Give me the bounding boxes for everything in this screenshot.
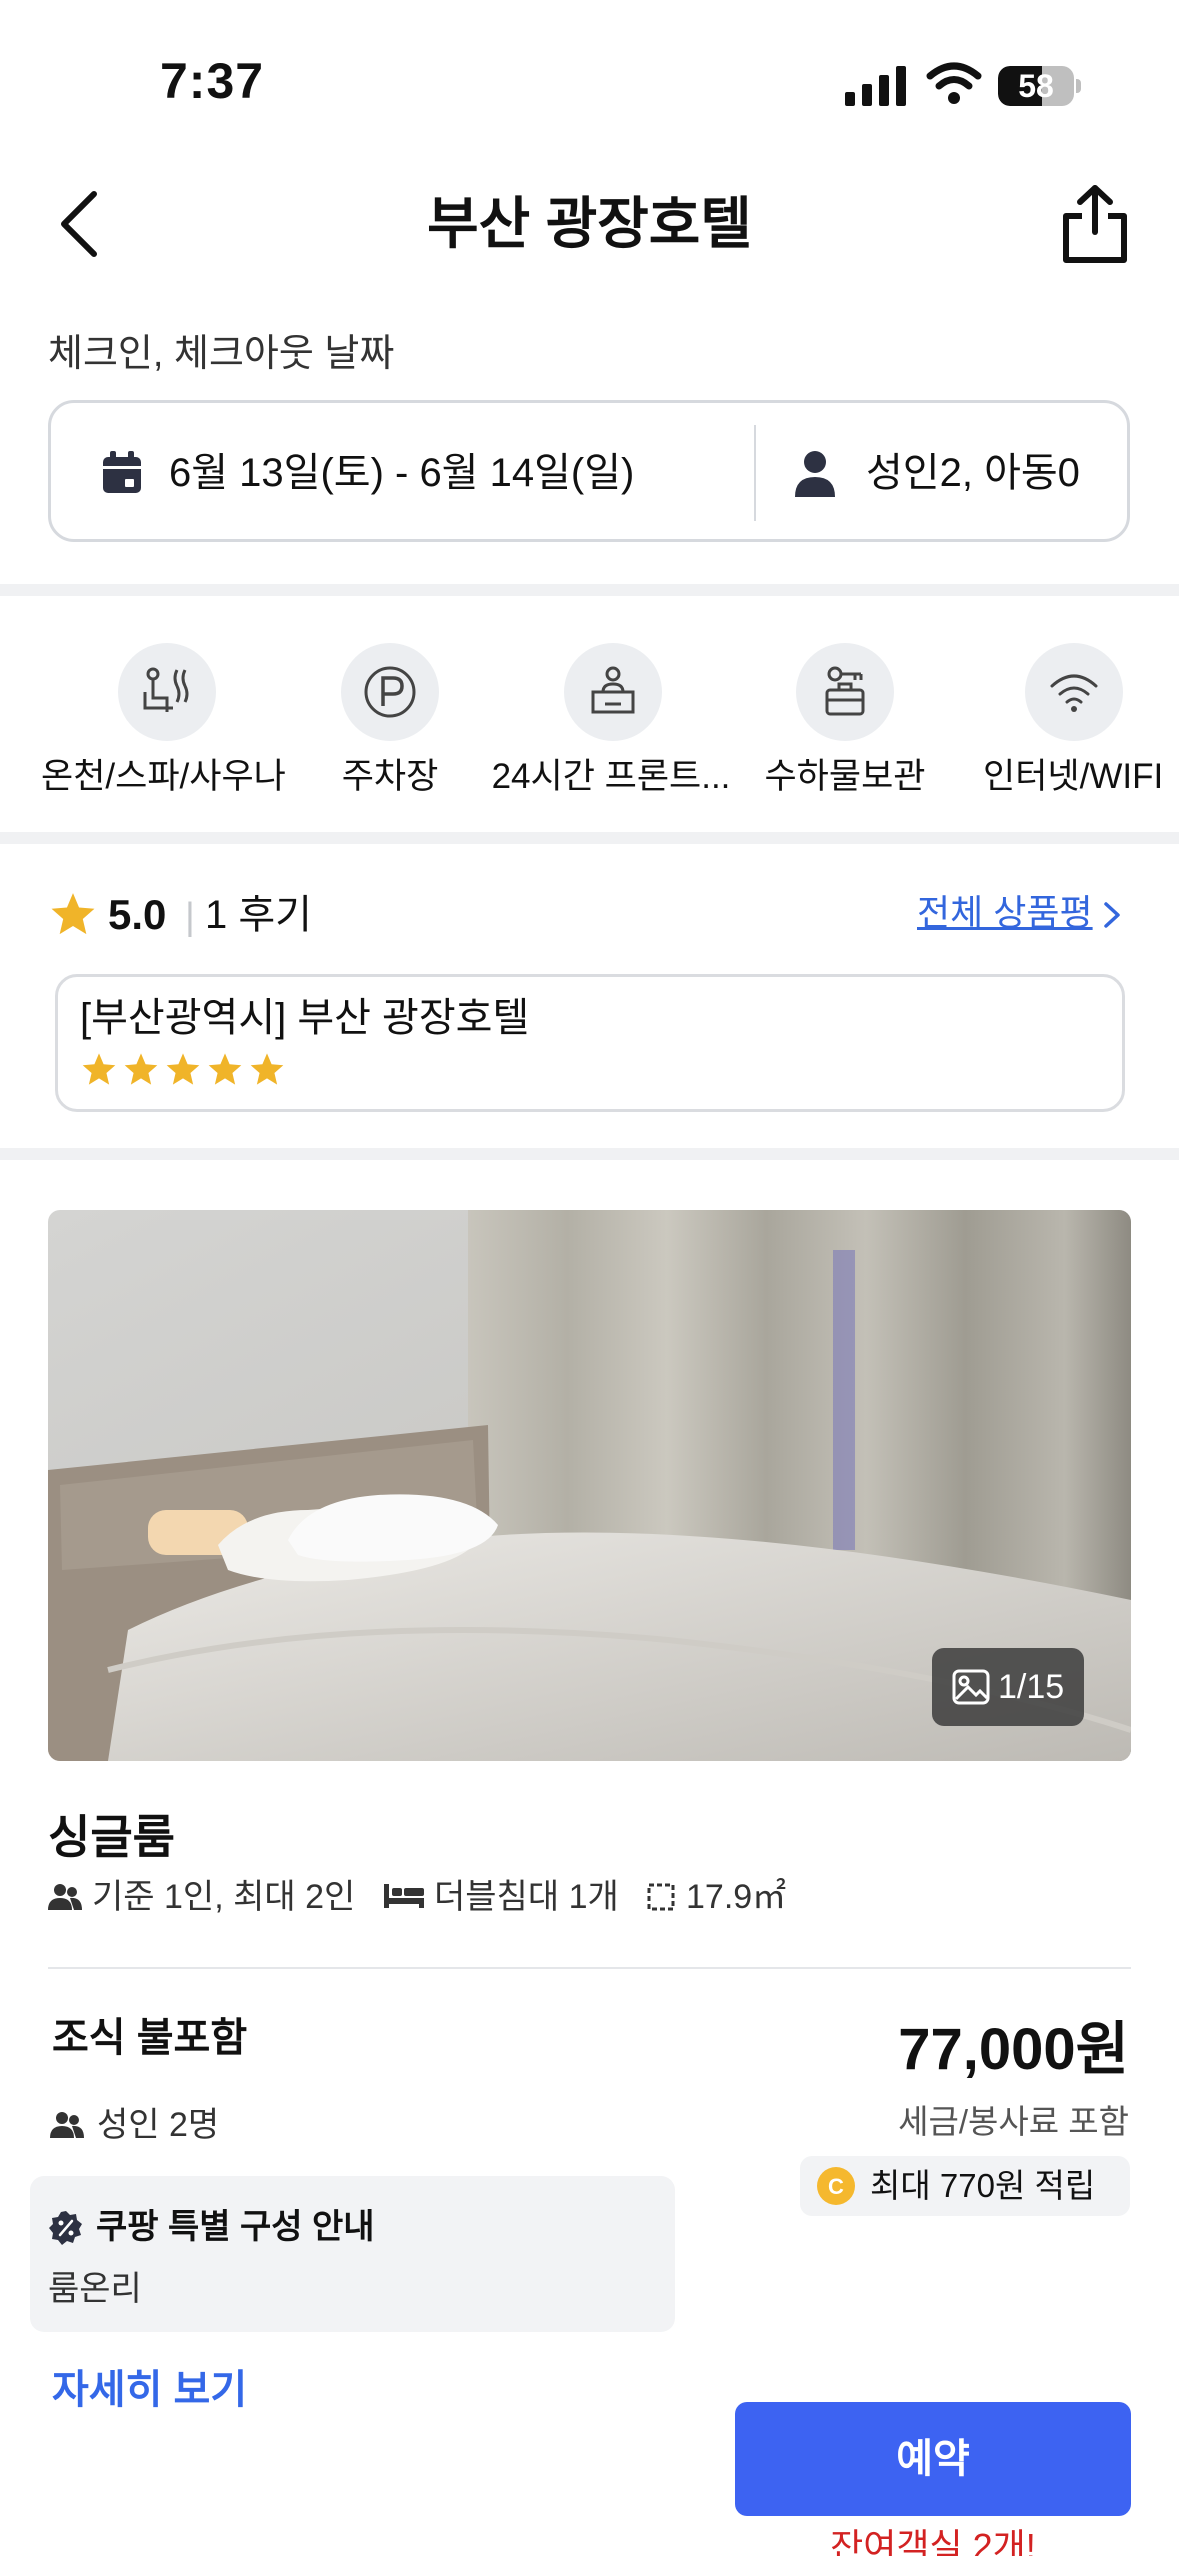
coupang-info-box: 쿠팡 특별 구성 안내 룸온리: [30, 2176, 675, 2332]
star-icon: [124, 1053, 158, 1085]
plan-name: 조식 불포함: [52, 2016, 248, 2060]
status-time: 7:37: [160, 53, 265, 109]
star-icon: [166, 1053, 200, 1085]
amenity-item[interactable]: 수하물보관: [725, 608, 965, 828]
review-count: 1 후기: [205, 893, 312, 937]
details-link[interactable]: 자세히 보기: [52, 2362, 247, 2418]
price: 77,000원: [898, 2017, 1129, 2082]
luggage-icon: [796, 643, 894, 741]
amenity-label: 수하물보관: [764, 757, 926, 796]
reserve-button[interactable]: 예약: [735, 2402, 1131, 2516]
divider: [754, 425, 756, 521]
bed-text: 더블침대 1개: [434, 1878, 619, 1916]
tax-note: 세금/봉사료 포함: [898, 2103, 1129, 2140]
chevron-right-icon[interactable]: [1098, 896, 1126, 934]
star-icon: [208, 1053, 242, 1085]
review-stars: [80, 1051, 290, 1091]
amenity-label: 온천/스파/사우나: [41, 757, 286, 796]
coupang-description: 룸온리: [48, 2270, 142, 2308]
person-icon: [795, 451, 835, 497]
svg-text:C: C: [828, 2174, 844, 2199]
calendar-icon: [103, 451, 141, 493]
star-icon: [51, 893, 95, 935]
status-bar: 7:37 58: [0, 0, 1179, 150]
photo-counter[interactable]: 1/15: [932, 1648, 1084, 1726]
reward-badge: C 최대 770원 적립: [800, 2156, 1130, 2216]
amenity-item[interactable]: 24시간 프론트...: [491, 608, 731, 828]
section-divider: [0, 832, 1179, 844]
amenity-label: 인터넷/WIFI: [983, 757, 1164, 796]
rating-separator: |: [185, 896, 195, 938]
capacity-text: 기준 1인, 최대 2인: [92, 1878, 356, 1916]
all-reviews-link[interactable]: 전체 상품평: [917, 886, 1093, 940]
size-text: 17.9㎡: [686, 1878, 787, 1916]
review-card[interactable]: [부산광역시] 부산 광장호텔: [55, 974, 1125, 1112]
star-icon: [250, 1053, 284, 1085]
cellular-signal-icon: [845, 66, 906, 106]
date-range[interactable]: 6월 13일(토) - 6월 14일(일): [169, 445, 634, 501]
amenity-label: 24시간 프론트...: [491, 757, 731, 796]
room-photo[interactable]: 1/15: [48, 1210, 1131, 1761]
people-icon: [50, 2112, 84, 2138]
discount-icon: [49, 2211, 82, 2245]
reward-text: 최대 770원 적립: [870, 2167, 1096, 2204]
guest-count[interactable]: 성인2, 아동0: [866, 445, 1080, 501]
share-icon[interactable]: [1058, 182, 1132, 266]
amenities-list[interactable]: 온천/스파/사우나 주차장 24시간 프론트... 수하물보관 인터넷/WIFI: [0, 608, 1179, 828]
amenity-label: 주차장: [341, 757, 439, 796]
rating-value: 5.0: [108, 891, 167, 938]
image-icon: [952, 1669, 990, 1705]
photo-counter-text: 1/15: [998, 1668, 1065, 1706]
sauna-icon: [118, 643, 216, 741]
battery-percent: 58: [1018, 68, 1054, 104]
section-divider: [0, 1148, 1179, 1160]
star-icon: [82, 1053, 116, 1085]
room-name: 싱글룸: [48, 1811, 175, 1863]
amenity-item[interactable]: 인터넷/WIFI: [958, 608, 1179, 828]
parking-icon: [341, 643, 439, 741]
adults-count: 성인 2명: [97, 2106, 220, 2144]
amenity-item[interactable]: 주차장: [270, 608, 510, 828]
front-desk-icon: [564, 643, 662, 741]
divider: [48, 1967, 1131, 1969]
date-guest-selector[interactable]: 6월 13일(토) - 6월 14일(일) 성인2, 아동0: [48, 400, 1130, 542]
wifi-icon: [1025, 643, 1123, 741]
amenity-item[interactable]: 온천/스파/사우나: [41, 608, 286, 828]
area-icon: [647, 1883, 675, 1911]
coin-icon: C: [817, 2167, 855, 2205]
battery-icon: 58: [998, 64, 1081, 108]
bed-icon: [384, 1884, 424, 1908]
section-divider: [0, 584, 1179, 596]
review-card-title: [부산광역시] 부산 광장호텔: [80, 996, 530, 1040]
page-title: 부산 광장호텔: [427, 192, 752, 255]
wifi-status-icon: [926, 62, 982, 104]
rooms-left-notice: 잔여객실 2개!: [830, 2526, 1036, 2556]
dates-label: 체크인, 체크아웃 날짜: [48, 333, 395, 375]
coupang-title: 쿠팡 특별 구성 안내: [96, 2208, 375, 2246]
people-icon: [48, 1884, 82, 1910]
